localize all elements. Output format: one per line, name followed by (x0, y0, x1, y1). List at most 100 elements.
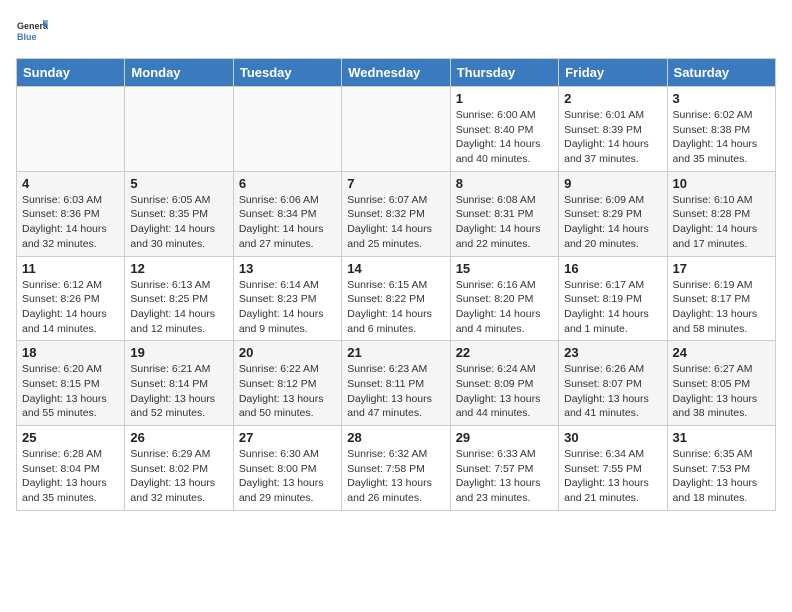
day-info: Sunrise: 6:20 AM Sunset: 8:15 PM Dayligh… (22, 362, 119, 421)
calendar-cell: 15 Sunrise: 6:16 AM Sunset: 8:20 PM Dayli… (450, 256, 558, 341)
day-info: Sunrise: 6:24 AM Sunset: 8:09 PM Dayligh… (456, 362, 553, 421)
day-number: 20 (239, 345, 336, 360)
day-number: 23 (564, 345, 661, 360)
week-row-2: 4 Sunrise: 6:03 AM Sunset: 8:36 PM Daylig… (17, 171, 776, 256)
day-info: Sunrise: 6:01 AM Sunset: 8:39 PM Dayligh… (564, 108, 661, 167)
calendar-cell: 20Sunrise: 6:22 AM Sunset: 8:12 PM Dayli… (233, 341, 341, 426)
calendar-cell: 17 Sunrise: 6:19 AM Sunset: 8:17 PM Dayli… (667, 256, 775, 341)
calendar-cell: 11Sunrise: 6:12 AM Sunset: 8:26 PM Dayli… (17, 256, 125, 341)
day-info: Sunrise: 6:17 AM Sunset: 8:19 PM Dayligh… (564, 278, 661, 337)
day-info: Sunrise: 6:29 AM Sunset: 8:02 PM Dayligh… (130, 447, 227, 506)
day-info: Sunrise: 6:05 AM Sunset: 8:35 PM Dayligh… (130, 193, 227, 252)
calendar-table: SundayMondayTuesdayWednesdayThursdayFrid… (16, 58, 776, 511)
day-number: 21 (347, 345, 444, 360)
day-number: 25 (22, 430, 119, 445)
day-info: Sunrise: 6:33 AM Sunset: 7:57 PM Dayligh… (456, 447, 553, 506)
day-number: 6 (239, 176, 336, 191)
day-number: 5 (130, 176, 227, 191)
day-number: 29 (456, 430, 553, 445)
calendar-cell: 31Sunrise: 6:35 AM Sunset: 7:53 PM Dayli… (667, 426, 775, 511)
calendar-cell: 16 Sunrise: 6:17 AM Sunset: 8:19 PM Dayli… (559, 256, 667, 341)
day-number: 28 (347, 430, 444, 445)
day-info: Sunrise: 6:02 AM Sunset: 8:38 PM Dayligh… (673, 108, 770, 167)
day-info: Sunrise: 6:32 AM Sunset: 7:58 PM Dayligh… (347, 447, 444, 506)
day-number: 19 (130, 345, 227, 360)
day-number: 7 (347, 176, 444, 191)
day-number: 24 (673, 345, 770, 360)
week-row-5: 25 Sunrise: 6:28 AM Sunset: 8:04 PM Dayli… (17, 426, 776, 511)
calendar-cell: 1 Sunrise: 6:00 AM Sunset: 8:40 PM Daylig… (450, 87, 558, 172)
weekday-header-friday: Friday (559, 59, 667, 87)
day-info: Sunrise: 6:08 AM Sunset: 8:31 PM Dayligh… (456, 193, 553, 252)
calendar-cell (125, 87, 233, 172)
day-info: Sunrise: 6:19 AM Sunset: 8:17 PM Dayligh… (673, 278, 770, 337)
day-number: 9 (564, 176, 661, 191)
svg-text:Blue: Blue (17, 32, 37, 42)
week-row-1: 1 Sunrise: 6:00 AM Sunset: 8:40 PM Daylig… (17, 87, 776, 172)
calendar-cell: 21 Sunrise: 6:23 AM Sunset: 8:11 PM Dayli… (342, 341, 450, 426)
day-info: Sunrise: 6:16 AM Sunset: 8:20 PM Dayligh… (456, 278, 553, 337)
weekday-header-thursday: Thursday (450, 59, 558, 87)
day-number: 10 (673, 176, 770, 191)
calendar-cell: 18 Sunrise: 6:20 AM Sunset: 8:15 PM Dayli… (17, 341, 125, 426)
calendar-cell: 26 Sunrise: 6:29 AM Sunset: 8:02 PM Dayli… (125, 426, 233, 511)
day-info: Sunrise: 6:14 AM Sunset: 8:23 PM Dayligh… (239, 278, 336, 337)
day-number: 2 (564, 91, 661, 106)
calendar-cell (342, 87, 450, 172)
weekday-header-saturday: Saturday (667, 59, 775, 87)
day-info: Sunrise: 6:30 AM Sunset: 8:00 PM Dayligh… (239, 447, 336, 506)
calendar-cell: 2 Sunrise: 6:01 AM Sunset: 8:39 PM Daylig… (559, 87, 667, 172)
calendar-cell: 12 Sunrise: 6:13 AM Sunset: 8:25 PM Dayli… (125, 256, 233, 341)
day-info: Sunrise: 6:07 AM Sunset: 8:32 PM Dayligh… (347, 193, 444, 252)
day-number: 30 (564, 430, 661, 445)
day-info: Sunrise: 6:35 AM Sunset: 7:53 PM Dayligh… (673, 447, 770, 506)
calendar-cell: 23 Sunrise: 6:26 AM Sunset: 8:07 PM Dayli… (559, 341, 667, 426)
weekday-header-wednesday: Wednesday (342, 59, 450, 87)
day-number: 3 (673, 91, 770, 106)
day-info: Sunrise: 6:21 AM Sunset: 8:14 PM Dayligh… (130, 362, 227, 421)
calendar-cell: 25 Sunrise: 6:28 AM Sunset: 8:04 PM Dayli… (17, 426, 125, 511)
day-info: Sunrise: 6:34 AM Sunset: 7:55 PM Dayligh… (564, 447, 661, 506)
day-info: Sunrise: 6:13 AM Sunset: 8:25 PM Dayligh… (130, 278, 227, 337)
day-number: 14 (347, 261, 444, 276)
day-number: 4 (22, 176, 119, 191)
day-info: Sunrise: 6:26 AM Sunset: 8:07 PM Dayligh… (564, 362, 661, 421)
calendar-cell (17, 87, 125, 172)
day-info: Sunrise: 6:28 AM Sunset: 8:04 PM Dayligh… (22, 447, 119, 506)
day-number: 11 (22, 261, 119, 276)
day-number: 22 (456, 345, 553, 360)
week-row-4: 18 Sunrise: 6:20 AM Sunset: 8:15 PM Dayli… (17, 341, 776, 426)
calendar-cell: 6 Sunrise: 6:06 AM Sunset: 8:34 PM Daylig… (233, 171, 341, 256)
weekday-header-monday: Monday (125, 59, 233, 87)
header: General Blue (16, 16, 776, 48)
day-number: 12 (130, 261, 227, 276)
day-number: 18 (22, 345, 119, 360)
day-info: Sunrise: 6:27 AM Sunset: 8:05 PM Dayligh… (673, 362, 770, 421)
day-info: Sunrise: 6:03 AM Sunset: 8:36 PM Dayligh… (22, 193, 119, 252)
calendar-cell: 4 Sunrise: 6:03 AM Sunset: 8:36 PM Daylig… (17, 171, 125, 256)
calendar-cell: 28 Sunrise: 6:32 AM Sunset: 7:58 PM Dayli… (342, 426, 450, 511)
calendar-cell: 8 Sunrise: 6:08 AM Sunset: 8:31 PM Daylig… (450, 171, 558, 256)
weekday-header-row: SundayMondayTuesdayWednesdayThursdayFrid… (17, 59, 776, 87)
day-number: 8 (456, 176, 553, 191)
day-number: 16 (564, 261, 661, 276)
day-number: 26 (130, 430, 227, 445)
day-info: Sunrise: 6:23 AM Sunset: 8:11 PM Dayligh… (347, 362, 444, 421)
calendar-cell: 30 Sunrise: 6:34 AM Sunset: 7:55 PM Dayli… (559, 426, 667, 511)
calendar-cell: 22 Sunrise: 6:24 AM Sunset: 8:09 PM Dayli… (450, 341, 558, 426)
weekday-header-tuesday: Tuesday (233, 59, 341, 87)
calendar-cell: 5 Sunrise: 6:05 AM Sunset: 8:35 PM Daylig… (125, 171, 233, 256)
day-number: 15 (456, 261, 553, 276)
logo: General Blue (16, 16, 48, 48)
calendar-cell: 14 Sunrise: 6:15 AM Sunset: 8:22 PM Dayli… (342, 256, 450, 341)
day-number: 17 (673, 261, 770, 276)
day-number: 1 (456, 91, 553, 106)
day-info: Sunrise: 6:15 AM Sunset: 8:22 PM Dayligh… (347, 278, 444, 337)
day-info: Sunrise: 6:09 AM Sunset: 8:29 PM Dayligh… (564, 193, 661, 252)
day-info: Sunrise: 6:00 AM Sunset: 8:40 PM Dayligh… (456, 108, 553, 167)
logo-graphic-icon: General Blue (16, 16, 48, 48)
week-row-3: 11Sunrise: 6:12 AM Sunset: 8:26 PM Dayli… (17, 256, 776, 341)
day-info: Sunrise: 6:06 AM Sunset: 8:34 PM Dayligh… (239, 193, 336, 252)
calendar-cell: 19 Sunrise: 6:21 AM Sunset: 8:14 PM Dayli… (125, 341, 233, 426)
day-info: Sunrise: 6:10 AM Sunset: 8:28 PM Dayligh… (673, 193, 770, 252)
